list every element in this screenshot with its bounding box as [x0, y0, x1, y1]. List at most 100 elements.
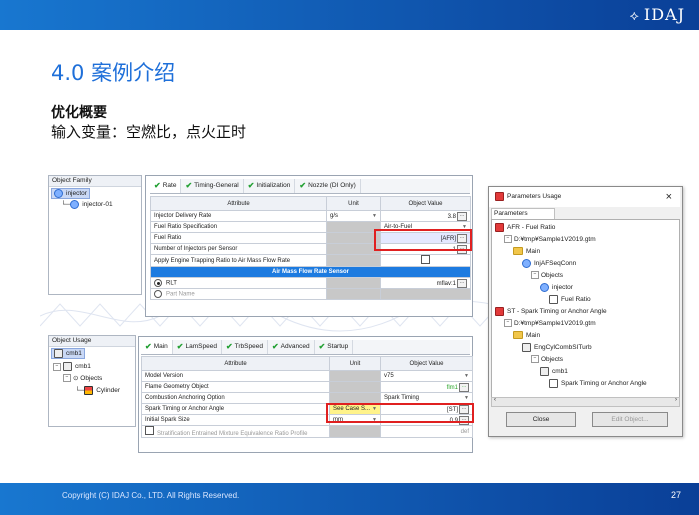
attribute-cell: Flame Geometry Object — [141, 381, 330, 393]
tab-rate[interactable]: ✔ Rate — [150, 179, 182, 193]
cylinder-tab-strip: ✔ Main ✔ LamSpeed ✔ TrbSpeed ✔ Advanced ✔ Sta… — [141, 340, 470, 355]
cylinder-object-icon — [54, 349, 63, 358]
tree-node[interactable]: − D:¥tmp¥Sample1V2019.gtm — [504, 235, 596, 244]
checkbox[interactable] — [145, 426, 154, 435]
scroll-right-icon[interactable]: › — [675, 397, 677, 403]
collapse-icon[interactable]: − — [504, 235, 512, 244]
folder-icon — [513, 331, 523, 340]
check-icon: ✔ — [271, 342, 279, 351]
tree-node[interactable]: Main — [513, 331, 540, 340]
tree-node-injector[interactable]: injector — [51, 188, 90, 199]
tree-node-cmb1-root[interactable]: cmb1 — [51, 348, 85, 359]
injector-tab-strip: ✔ Rate ✔ Timing-General ✔ Initialization ✔ N… — [150, 179, 470, 194]
tab-trbspeed[interactable]: ✔ TrbSpeed — [222, 340, 268, 354]
chevron-down-icon: ▼ — [372, 213, 377, 219]
dialog-titlebar: Parameters Usage × — [489, 187, 680, 207]
unit-cell — [329, 381, 381, 393]
tree-node-cmb1[interactable]: − cmb1 — [53, 362, 91, 371]
tree-node[interactable]: Main — [513, 247, 540, 256]
check-icon: ✔ — [185, 181, 193, 190]
tree-node[interactable]: Spark Timing or Anchor Angle — [549, 379, 647, 388]
app-icon — [495, 191, 504, 201]
tab-timing-general[interactable]: ✔ Timing-General — [181, 179, 244, 193]
tree-node[interactable]: EngCylCombSITurb — [522, 343, 592, 352]
tree-node[interactable]: InjAFSeqConn — [522, 259, 576, 268]
collapse-icon[interactable]: − — [531, 355, 539, 364]
tree-node[interactable]: ST - Spark Timing or Anchor Angle — [495, 307, 607, 316]
table-row: Stratification Entrained Mixture Equival… — [141, 425, 473, 438]
tree-node[interactable]: AFR - Fuel Ratio — [495, 223, 555, 232]
tab-startup[interactable]: ✔ Startup — [315, 340, 354, 354]
unit-select[interactable]: g/s ▼ — [326, 210, 381, 222]
option-label[interactable]: RLT — [150, 277, 327, 289]
tab-initialization[interactable]: ✔ Initialization — [244, 179, 296, 193]
radio-unselected-icon[interactable] — [154, 290, 162, 298]
attribute-cell: Fuel Ratio — [150, 232, 327, 244]
column-header-unit: Unit — [329, 356, 381, 371]
scroll-left-icon[interactable]: ‹ — [494, 397, 496, 403]
attribute-cell: Model Version — [141, 370, 330, 382]
table-row: Injector Delivery Rate g/s ▼ 3.8… — [150, 210, 471, 222]
cylinder-attribute-panel: ✔ Main ✔ LamSpeed ✔ TrbSpeed ✔ Advanced ✔ Sta… — [138, 336, 473, 453]
tree-node[interactable]: − Objects — [531, 271, 563, 280]
column-header-attribute: Attribute — [150, 196, 327, 211]
close-button[interactable]: Close — [506, 412, 576, 427]
value-cell[interactable]: 3.8… — [380, 210, 471, 222]
horizontal-scrollbar[interactable]: ‹ › — [491, 397, 680, 407]
slide-description: 输入变量：空燃比，点火正时 — [51, 123, 247, 141]
table-row: Apply Engine Trapping Ratio to Air Mass … — [150, 254, 471, 267]
trapping-ratio-checkbox-cell[interactable] — [380, 254, 471, 267]
injector-icon — [70, 200, 80, 209]
cylinder-attribute-table: Attribute Unit Object Value Model Versio… — [141, 356, 473, 438]
tree-node-cylinder[interactable]: └─ Cylinder — [75, 386, 120, 395]
tree-node-label: ST - Spark Timing or Anchor Angle — [507, 308, 607, 316]
unit-cell — [326, 232, 381, 244]
column-header-unit: Unit — [326, 196, 381, 211]
section-row: Air Mass Flow Rate Sensor — [150, 266, 471, 278]
value-cell[interactable]: flm1… — [380, 381, 473, 393]
attribute-cell: Spark Timing or Anchor Angle — [141, 403, 330, 415]
ellipsis-button[interactable]: … — [457, 211, 467, 221]
radio-selected-icon[interactable] — [154, 279, 162, 287]
section-label: Air Mass Flow Rate Sensor — [150, 266, 471, 278]
object-usage-panel: Object Usage cmb1 − cmb1 − ⊙ Objects └─ Cyl… — [48, 335, 136, 427]
edit-object-button[interactable]: Edit Object... — [592, 412, 668, 427]
collapse-icon[interactable]: − — [531, 271, 539, 280]
close-icon[interactable]: × — [666, 187, 672, 207]
table-row: Model Version v75 ▼ — [141, 370, 473, 382]
tree-node-label: Fuel Ratio — [561, 296, 591, 304]
tree-node-injector-01[interactable]: └─ injector-01 — [61, 200, 113, 209]
slide-title: 4.0 案例介绍 — [51, 61, 176, 85]
tab-main[interactable]: ✔ Main — [141, 340, 173, 354]
value-select[interactable]: v75 ▼ — [380, 370, 473, 382]
collapse-icon[interactable]: − — [53, 362, 61, 371]
attribute-icon — [549, 295, 558, 304]
option-label[interactable]: Part Name — [150, 288, 327, 300]
tree-node[interactable]: − Objects — [531, 355, 563, 364]
logo-text: IDAJ — [643, 5, 685, 24]
ellipsis-button[interactable]: … — [459, 382, 469, 392]
collapse-icon[interactable]: − — [504, 319, 512, 328]
tree-node-label: cmb1 — [552, 368, 568, 376]
ellipsis-button[interactable]: … — [457, 278, 467, 288]
tab-advanced[interactable]: ✔ Advanced — [268, 340, 315, 354]
tab-lamspeed[interactable]: ✔ LamSpeed — [173, 340, 222, 354]
checkbox[interactable] — [421, 255, 430, 264]
tree-node-label: Objects — [541, 272, 564, 279]
tree-connector: └─ — [61, 201, 71, 209]
value-cell[interactable]: mflav:1… — [380, 277, 471, 289]
tree-node[interactable]: cmb1 — [540, 367, 568, 376]
collapse-icon[interactable]: − — [63, 374, 71, 383]
unit-cell — [326, 221, 381, 233]
chevron-down-icon: ▼ — [464, 395, 469, 401]
tree-node[interactable]: injector — [540, 283, 573, 292]
tree-node[interactable]: − D:¥tmp¥Sample1V2019.gtm — [504, 319, 596, 328]
tree-node-objects[interactable]: − ⊙ Objects — [63, 374, 102, 383]
tab-nozzle[interactable]: ✔ Nozzle (DI Only) — [295, 179, 361, 193]
value-select[interactable]: Spark Timing ▼ — [380, 392, 473, 404]
tree-node-label: Spark Timing or Anchor Angle — [561, 380, 647, 388]
tree-node-label: Main — [526, 332, 541, 339]
unit-cell — [329, 392, 381, 404]
tree-node[interactable]: Fuel Ratio — [549, 295, 591, 304]
attribute-cell[interactable]: Stratification Entrained Mixture Equival… — [141, 425, 330, 438]
